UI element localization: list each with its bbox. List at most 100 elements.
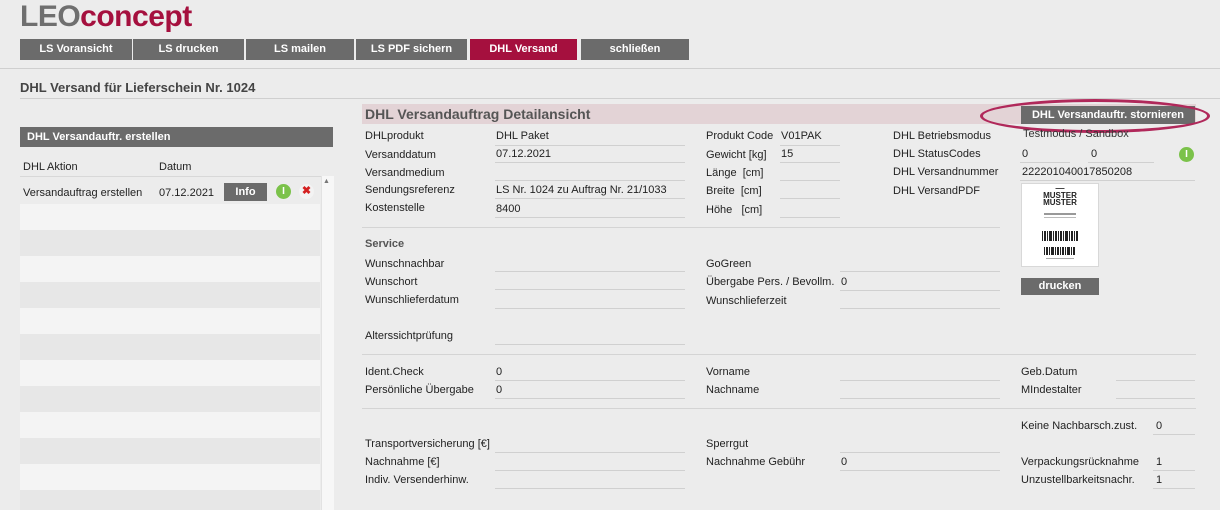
field-line: [1116, 398, 1195, 399]
field-line: [495, 217, 685, 218]
list-row-empty: [20, 386, 320, 412]
label-persoenliche-uebergabe: Persönliche Übergabe: [365, 384, 474, 396]
shipping-label-thumbnail[interactable]: ▬▬▬ MUSTER MUSTER: [1021, 183, 1099, 267]
field-line: [840, 290, 1000, 291]
label-sperrgut: Sperrgut: [706, 438, 749, 450]
field-line: [495, 344, 685, 345]
col-header-datum: Datum: [159, 161, 192, 173]
value-kostenstelle: 8400: [496, 203, 521, 215]
logo-part-concept: concept: [80, 0, 192, 33]
status-ok-icon[interactable]: I: [1179, 147, 1194, 162]
label-kostenstelle: Kostenstelle: [365, 202, 425, 214]
label-laenge: Länge [cm]: [706, 167, 764, 179]
field-line: [495, 452, 685, 453]
field-line: [495, 308, 685, 309]
label-sendungsreferenz: Sendungsreferenz: [365, 184, 455, 196]
field-line: [780, 198, 840, 199]
list-row-empty: [20, 334, 320, 360]
field-line: [840, 380, 1000, 381]
field-line: [495, 470, 685, 471]
list-row-empty: [20, 230, 320, 256]
label-gewicht: Gewicht [kg]: [706, 149, 767, 161]
tab-ls-voransicht[interactable]: LS Voransicht: [20, 39, 132, 60]
label-versanddatum: Versanddatum: [365, 149, 436, 161]
label-mindestalter: MIndestalter: [1021, 384, 1082, 396]
tab-schliessen[interactable]: schließen: [581, 39, 689, 60]
field-line: [840, 452, 1000, 453]
label-nachnahme-gebuehr: Nachnahme Gebühr: [706, 456, 806, 468]
value-identcheck: 0: [496, 366, 503, 378]
value-dhlprodukt: DHL Paket: [496, 130, 549, 142]
field-line: [1116, 380, 1195, 381]
label-wunschort: Wunschort: [365, 276, 418, 288]
field-line: [1020, 162, 1070, 163]
list-row-empty: [20, 282, 320, 308]
status-ok-icon[interactable]: I: [276, 184, 291, 199]
field-line: [780, 217, 840, 218]
list-row-empty: [20, 464, 320, 490]
list-row-empty: [20, 308, 320, 334]
barcode-icon: [1042, 213, 1078, 259]
tab-ls-pdf-sichern[interactable]: LS PDF sichern: [356, 39, 467, 60]
label-statuscodes: DHL StatusCodes: [893, 148, 981, 160]
field-line: [495, 398, 685, 399]
left-panel-header: DHL Versandauftr. erstellen: [20, 127, 333, 147]
app-logo: LEOconcept: [20, 2, 192, 32]
label-indiv-versenderhinw: Indiv. Versenderhinw.: [365, 474, 469, 486]
value-produktcode: V01PAK: [781, 130, 822, 142]
label-nachname: Nachname: [706, 384, 760, 396]
tab-ls-drucken[interactable]: LS drucken: [133, 39, 244, 60]
section-divider: [362, 227, 1000, 228]
value-gewicht: 15: [781, 148, 794, 160]
label-unzustellbarkeitsnachr: Unzustellbarkeitsnachr.: [1021, 474, 1135, 486]
delete-icon[interactable]: ✖: [299, 184, 314, 199]
field-line: [1153, 488, 1195, 489]
logo-part-leo: LEO: [20, 0, 81, 33]
label-keine-nachbar: Keine Nachbarsch.zust.: [1021, 420, 1138, 432]
field-line: [1153, 434, 1195, 435]
title-divider: [20, 98, 1220, 99]
value-betriebsmodus: Testmodus / Sandbox: [1023, 128, 1129, 140]
list-row-empty: [20, 412, 320, 438]
info-button[interactable]: Info: [224, 183, 267, 201]
page-title: DHL Versand für Lieferschein Nr. 1024: [20, 80, 256, 95]
list-scrollbar[interactable]: [321, 176, 334, 510]
field-line: [1020, 180, 1195, 181]
field-line: [495, 198, 685, 199]
label-breite: Breite [cm]: [706, 185, 762, 197]
section-divider: [362, 354, 1196, 355]
label-identcheck: Ident.Check: [365, 366, 424, 378]
value-keine-nachbar: 0: [1156, 420, 1163, 432]
value-persoenliche-uebergabe: 0: [496, 384, 503, 396]
tab-dhl-versand[interactable]: DHL Versand: [470, 39, 577, 60]
row-aktion: Versandauftrag erstellen: [23, 187, 143, 199]
label-uebergabe: Übergabe Pers. / Bevollm.: [706, 276, 835, 288]
field-line: [495, 145, 685, 146]
label-versandnummer: DHL Versandnummer: [893, 166, 999, 178]
label-versandpdf: DHL VersandPDF: [893, 185, 981, 197]
detail-title: DHL Versandauftrag Detailansicht: [365, 106, 591, 122]
label-gebdatum: Geb.Datum: [1021, 366, 1078, 378]
field-line: [495, 488, 685, 489]
label-produktcode: Produkt Code: [706, 130, 774, 142]
field-line: [495, 289, 685, 290]
list-header-divider: [20, 176, 333, 177]
label-wunschlieferdatum: Wunschlieferdatum: [365, 294, 459, 306]
field-line: [840, 398, 1000, 399]
field-line: [495, 180, 685, 181]
service-title: Service: [365, 238, 405, 250]
list-row-empty: [20, 360, 320, 386]
label-vorname: Vorname: [706, 366, 751, 378]
field-line: [840, 308, 1000, 309]
label-betriebsmodus: DHL Betriebsmodus: [893, 130, 992, 142]
scroll-up-icon[interactable]: ▲: [323, 178, 330, 185]
value-versandnummer: 222201040017850208: [1022, 166, 1133, 178]
tab-ls-mailen[interactable]: LS mailen: [246, 39, 354, 60]
label-nachnahme: Nachnahme [€]: [365, 456, 440, 468]
field-line: [780, 145, 840, 146]
drucken-button[interactable]: drucken: [1021, 278, 1099, 295]
field-line: [840, 271, 1000, 272]
label-transportversicherung: Transportversicherung [€]: [365, 438, 490, 450]
field-line: [1153, 470, 1195, 471]
field-line: [495, 162, 685, 163]
